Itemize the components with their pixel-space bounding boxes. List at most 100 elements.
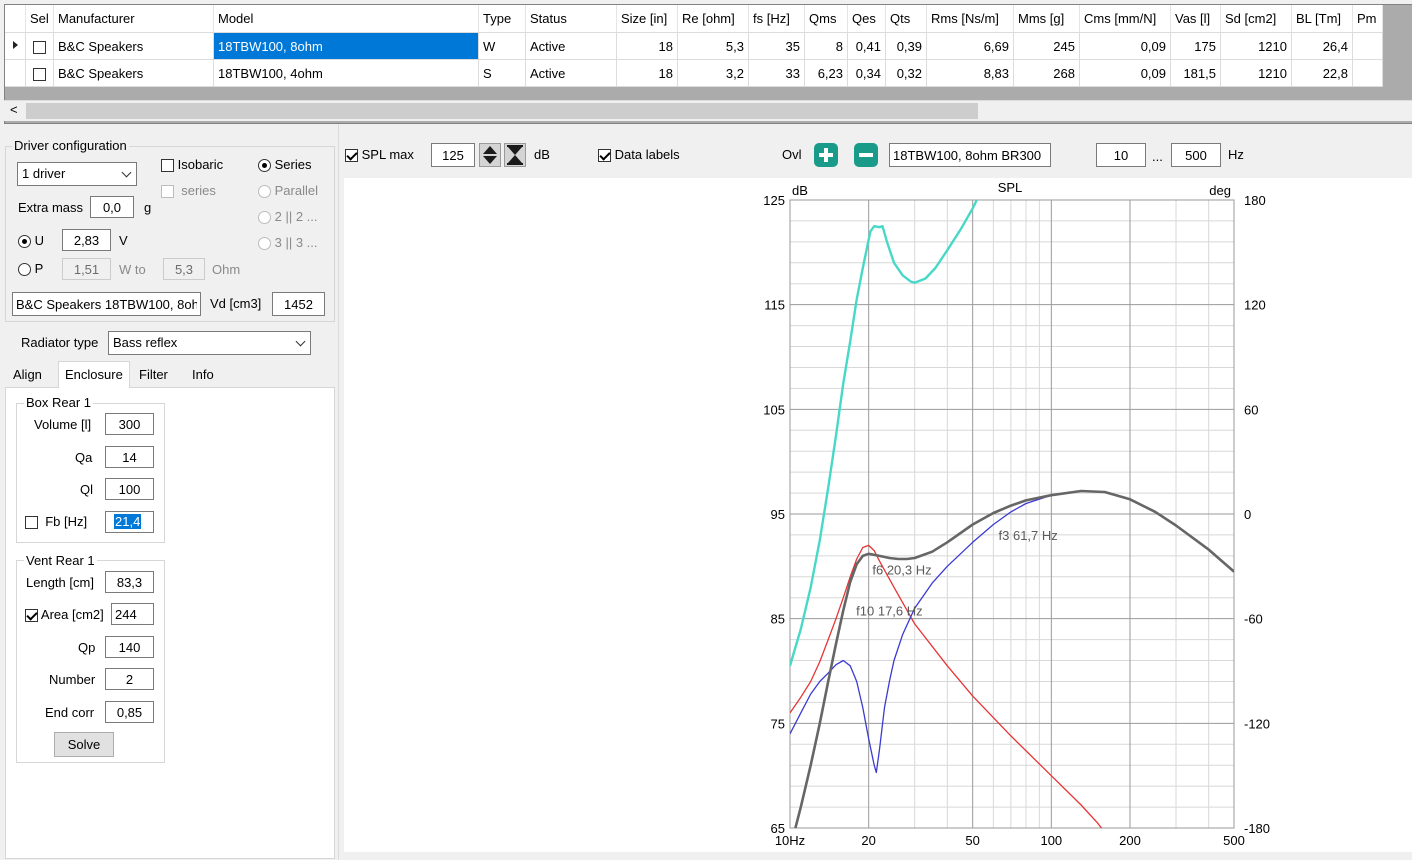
- spin-up-down-button[interactable]: [479, 143, 501, 167]
- cell-rms[interactable]: 8,83: [926, 59, 1014, 87]
- cell-pm[interactable]: [1352, 32, 1383, 60]
- cell-model[interactable]: 18TBW100, 4ohm: [213, 59, 479, 87]
- column-header-rms[interactable]: Rms [Ns/m]: [926, 5, 1014, 33]
- cell-sel[interactable]: [25, 59, 54, 87]
- qa-input[interactable]: [105, 446, 154, 468]
- cell-bl[interactable]: 22,8: [1291, 59, 1353, 87]
- series-radio-wrap[interactable]: Series: [258, 157, 311, 173]
- select-row-checkbox[interactable]: [33, 40, 46, 54]
- area-checkbox[interactable]: [25, 609, 38, 623]
- cell-manufacturer[interactable]: B&C Speakers: [53, 59, 214, 87]
- column-header-size[interactable]: Size [in]: [616, 5, 678, 33]
- cell-qts[interactable]: 0,39: [885, 32, 927, 60]
- splmax-input[interactable]: [431, 143, 475, 167]
- cell-qms[interactable]: 8: [804, 32, 848, 60]
- u-radio[interactable]: [18, 235, 31, 249]
- column-header-re[interactable]: Re [ohm]: [677, 5, 749, 33]
- fb-input-box[interactable]: 21,4: [105, 511, 154, 533]
- isobaric-checkbox-wrap[interactable]: Isobaric: [161, 157, 223, 173]
- length-input[interactable]: [105, 571, 154, 593]
- tab-align[interactable]: Align: [7, 362, 48, 387]
- scrollbar-thumb[interactable]: [26, 103, 978, 119]
- cell-qes[interactable]: 0,41: [847, 32, 886, 60]
- area-checkbox-wrap[interactable]: Area [cm2]: [25, 607, 104, 623]
- cell-manufacturer[interactable]: B&C Speakers: [53, 32, 214, 60]
- cell-size[interactable]: 18: [616, 32, 678, 60]
- column-header-cms[interactable]: Cms [mm/N]: [1079, 5, 1171, 33]
- grid-horizontal-scrollbar[interactable]: <: [4, 100, 1412, 121]
- volume-input[interactable]: [105, 413, 154, 435]
- cell-re[interactable]: 3,2: [677, 59, 749, 87]
- vd-field[interactable]: [272, 292, 325, 316]
- column-header-qts[interactable]: Qts: [885, 5, 927, 33]
- cell-cms[interactable]: 0,09: [1079, 32, 1171, 60]
- scroll-left-icon[interactable]: <: [10, 102, 18, 117]
- p-radio-wrap[interactable]: P: [18, 261, 43, 277]
- cell-qts[interactable]: 0,32: [885, 59, 927, 87]
- column-header-manufacturer[interactable]: Manufacturer: [53, 5, 214, 33]
- column-header-mms[interactable]: Mms [g]: [1013, 5, 1080, 33]
- column-header-bl[interactable]: BL [Tm]: [1291, 5, 1353, 33]
- column-header-fs[interactable]: fs [Hz]: [748, 5, 805, 33]
- cell-cms[interactable]: 0,09: [1079, 59, 1171, 87]
- tab-enclosure[interactable]: Enclosure: [58, 361, 130, 388]
- splmax-checkbox[interactable]: [345, 149, 358, 163]
- area-input[interactable]: [111, 603, 154, 625]
- isobaric-checkbox[interactable]: [161, 159, 174, 173]
- number-input[interactable]: [105, 668, 154, 690]
- column-header-status[interactable]: Status: [525, 5, 617, 33]
- cell-pm[interactable]: [1352, 59, 1383, 87]
- column-header-sel[interactable]: Sel: [25, 5, 54, 33]
- driver-name-field[interactable]: [12, 292, 201, 316]
- cell-mms[interactable]: 245: [1013, 32, 1080, 60]
- freq-from-input[interactable]: [1096, 143, 1146, 167]
- column-header-sd[interactable]: Sd [cm2]: [1220, 5, 1292, 33]
- datalabels-checkbox[interactable]: [598, 149, 611, 163]
- cell-size[interactable]: 18: [616, 59, 678, 87]
- voltage-input[interactable]: [62, 229, 111, 251]
- cell-model[interactable]: 18TBW100, 8ohm: [213, 32, 479, 60]
- cell-sel[interactable]: [25, 32, 54, 60]
- qp-input[interactable]: [105, 636, 154, 658]
- p-radio[interactable]: [18, 263, 31, 277]
- series-radio[interactable]: [258, 159, 271, 173]
- cell-sd[interactable]: 1210: [1220, 32, 1292, 60]
- add-overlay-button[interactable]: [814, 143, 838, 167]
- column-header-type[interactable]: Type: [478, 5, 526, 33]
- fb-checkbox-wrap[interactable]: Fb [Hz]: [25, 514, 87, 530]
- cell-fs[interactable]: 35: [748, 32, 805, 60]
- row-header[interactable]: [5, 32, 26, 60]
- cell-re[interactable]: 5,3: [677, 32, 749, 60]
- splmax-checkbox-wrap[interactable]: SPL max: [345, 147, 414, 163]
- cell-rms[interactable]: 6,69: [926, 32, 1014, 60]
- fb-checkbox[interactable]: [25, 516, 38, 530]
- column-header-pm[interactable]: Pm: [1352, 5, 1383, 33]
- endcorr-input[interactable]: [105, 701, 154, 723]
- cell-bl[interactable]: 26,4: [1291, 32, 1353, 60]
- select-row-checkbox[interactable]: [33, 67, 46, 81]
- cell-vas[interactable]: 175: [1170, 32, 1221, 60]
- cell-vas[interactable]: 181,5: [1170, 59, 1221, 87]
- table-row[interactable]: B&C Speakers 18TBW100, 4ohm S Active 18 3,2 33…: [5, 59, 1383, 87]
- cell-fs[interactable]: 33: [748, 59, 805, 87]
- column-header-qms[interactable]: Qms: [804, 5, 848, 33]
- fb-input-value[interactable]: 21,4: [114, 514, 142, 529]
- cell-type[interactable]: W: [478, 32, 526, 60]
- column-header-model[interactable]: Model: [213, 5, 479, 33]
- tab-info[interactable]: Info: [186, 362, 220, 387]
- column-header-qes[interactable]: Qes: [847, 5, 886, 33]
- column-header-vas[interactable]: Vas [l]: [1170, 5, 1221, 33]
- extra-mass-input[interactable]: [90, 196, 134, 218]
- cell-qes[interactable]: 0,34: [847, 59, 886, 87]
- row-header[interactable]: [5, 59, 26, 87]
- u-radio-wrap[interactable]: U: [18, 233, 44, 249]
- tab-filter[interactable]: Filter: [133, 362, 174, 387]
- solve-button[interactable]: Solve: [54, 732, 114, 757]
- cell-type[interactable]: S: [478, 59, 526, 87]
- datalabels-checkbox-wrap[interactable]: Data labels: [598, 147, 680, 163]
- cell-status[interactable]: Active: [525, 59, 617, 87]
- table-row[interactable]: B&C Speakers 18TBW100, 8ohm W Active 18 5,3 35…: [5, 32, 1383, 60]
- cell-sd[interactable]: 1210: [1220, 59, 1292, 87]
- ql-input[interactable]: [105, 478, 154, 500]
- cell-status[interactable]: Active: [525, 32, 617, 60]
